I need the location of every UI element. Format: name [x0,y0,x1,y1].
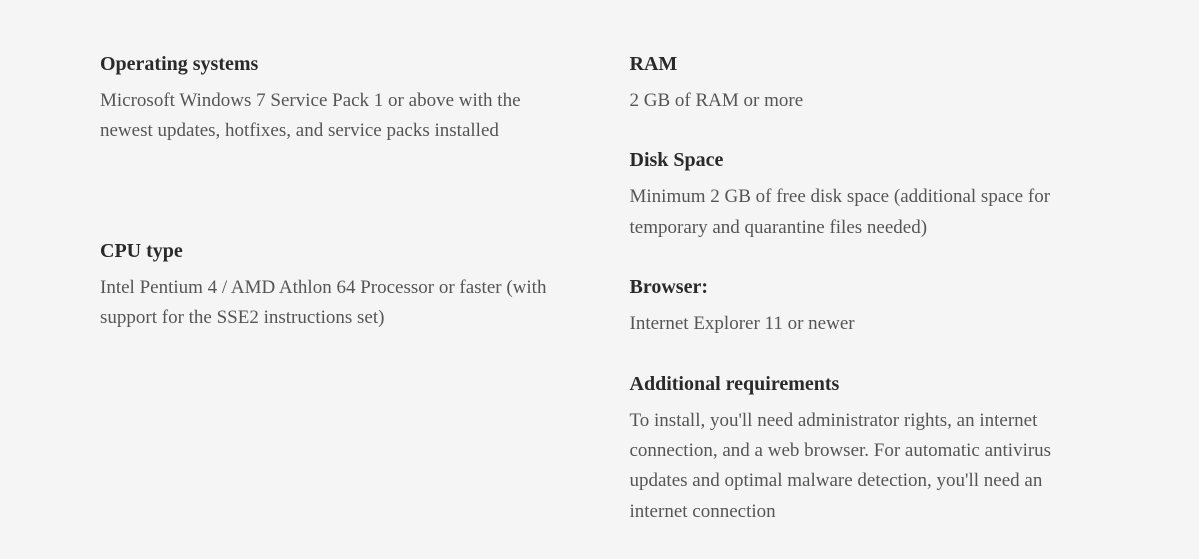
additional-heading: Additional requirements [630,370,1100,398]
disk-body: Minimum 2 GB of free disk space (additio… [630,182,1100,243]
additional-body: To install, you'll need administrator ri… [630,406,1100,528]
cpu-body: Intel Pentium 4 / AMD Athlon 64 Processo… [100,273,570,334]
ram-body: 2 GB of RAM or more [630,86,1100,116]
browser-section: Browser: Internet Explorer 11 or newer [630,273,1100,339]
os-section: Operating systems Microsoft Windows 7 Se… [100,50,570,147]
disk-section: Disk Space Minimum 2 GB of free disk spa… [630,146,1100,243]
additional-section: Additional requirements To install, you'… [630,370,1100,528]
disk-heading: Disk Space [630,146,1100,174]
ram-heading: RAM [630,50,1100,78]
left-column: Operating systems Microsoft Windows 7 Se… [100,50,570,557]
browser-heading: Browser: [630,273,1100,301]
browser-body: Internet Explorer 11 or newer [630,309,1100,339]
cpu-heading: CPU type [100,237,570,265]
os-heading: Operating systems [100,50,570,78]
ram-section: RAM 2 GB of RAM or more [630,50,1100,116]
os-body: Microsoft Windows 7 Service Pack 1 or ab… [100,86,570,147]
cpu-section: CPU type Intel Pentium 4 / AMD Athlon 64… [100,237,570,334]
right-column: RAM 2 GB of RAM or more Disk Space Minim… [630,50,1100,557]
requirements-container: Operating systems Microsoft Windows 7 Se… [100,50,1099,557]
